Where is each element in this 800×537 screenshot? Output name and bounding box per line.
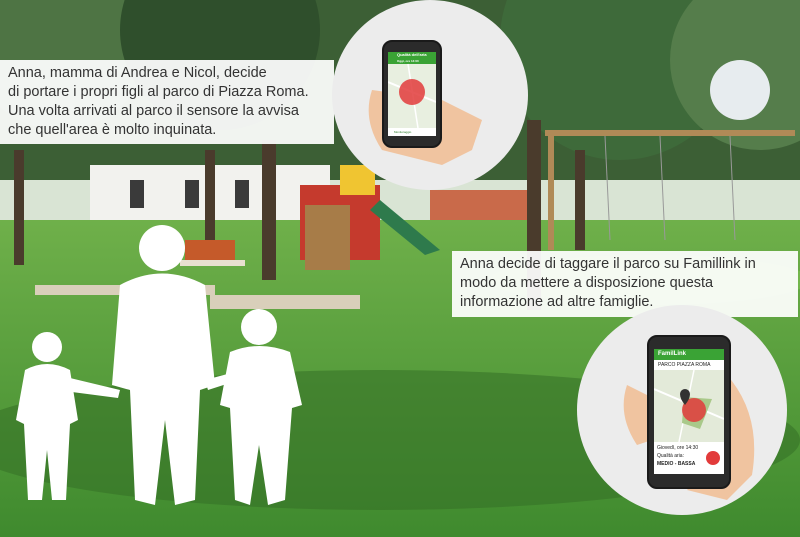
phone-screen: FamilLink PARCO PIAZZA ROMA Giovedì, ore…	[654, 349, 724, 474]
phone-callout-top: Qualità dell'aria Oggi, ore 14:00 Monito…	[332, 0, 528, 190]
caption-top-line: di portare i propri figli al parco di Pi…	[8, 84, 309, 100]
phone-callout-bottom: FamilLink PARCO PIAZZA ROMA Giovedì, ore…	[577, 305, 787, 515]
smartphone: FamilLink PARCO PIAZZA ROMA Giovedì, ore…	[647, 335, 731, 489]
caption-top-line: che quell'area è molto inquinata.	[8, 122, 217, 138]
air-quality-label: Qualità aria:	[657, 453, 684, 459]
caption-bottom-line: modo da mettere a disposizione questa	[460, 275, 714, 291]
alert-dot-icon	[706, 451, 720, 465]
phone-footer: Monitoraggio	[388, 128, 436, 136]
park-scene: Anna, mamma di Andrea e Nicol, decide di…	[0, 0, 800, 537]
pollution-area-icon	[682, 398, 706, 422]
air-quality-value: MEDIO - BASSA	[657, 461, 696, 467]
map-view	[388, 63, 436, 129]
tag-date: Giovedì, ore 14:30	[657, 445, 699, 451]
caption-bottom-line: Anna decide di taggare il parco su Famil…	[460, 256, 756, 272]
caption-top-line: Anna, mamma di Andrea e Nicol, decide	[8, 65, 267, 81]
smartphone: Qualità dell'aria Oggi, ore 14:00 Monito…	[382, 40, 442, 148]
caption-top-line: Una volta arrivati al parco il sensore l…	[8, 103, 299, 119]
map-pin-icon	[680, 389, 690, 405]
app-title-bar: FamilLink	[654, 349, 724, 360]
caption-top: Anna, mamma di Andrea e Nicol, decide di…	[0, 60, 334, 144]
pollution-alert-icon	[399, 79, 425, 105]
tag-info-panel: Giovedì, ore 14:30 Qualità aria: MEDIO -…	[654, 442, 724, 474]
place-name: PARCO PIAZZA ROMA	[654, 360, 724, 370]
phone-screen: Qualità dell'aria Oggi, ore 14:00 Monito…	[388, 52, 436, 136]
